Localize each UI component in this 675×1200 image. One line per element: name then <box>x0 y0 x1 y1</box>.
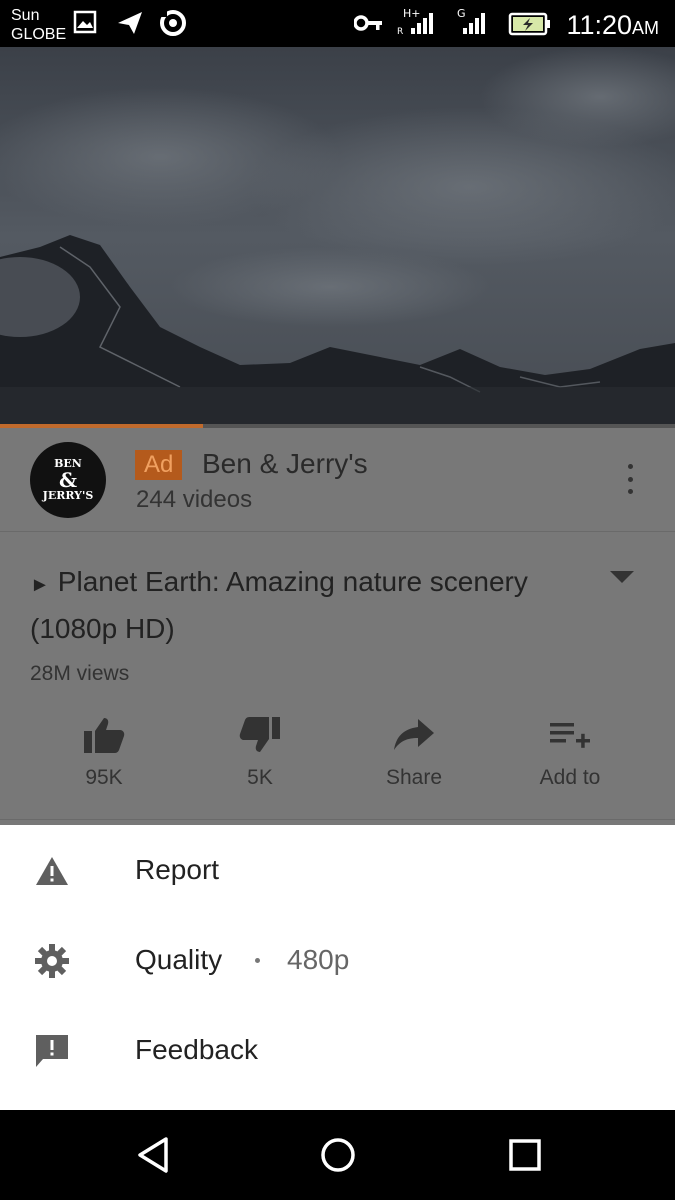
signal-h-icon: H+ R <box>397 6 441 41</box>
thumbs-down-icon <box>200 712 320 758</box>
add-to-label: Add to <box>539 766 601 789</box>
avatar-logo-text: BEN & JERRY'S <box>42 457 94 502</box>
quality-value: 480p <box>287 944 350 975</box>
add-to-button[interactable]: Add to <box>510 712 630 790</box>
video-frame-image <box>0 47 675 425</box>
carrier-label: Sun GLOBE <box>11 6 66 44</box>
dislike-button[interactable]: 5K <box>200 712 320 790</box>
divider <box>0 819 675 820</box>
like-count: 95K <box>85 766 123 789</box>
menu-item-report[interactable]: Report <box>0 825 675 915</box>
clock-ampm: AM <box>632 18 659 38</box>
thumbs-up-icon <box>44 712 164 758</box>
vpn-key-icon <box>353 14 384 37</box>
status-bar: Sun GLOBE H+ R G 11:20AM <box>0 0 675 47</box>
channel-name[interactable]: Ben & Jerry's <box>202 448 368 480</box>
playlist-add-icon <box>510 712 630 758</box>
share-label: Share <box>385 766 443 789</box>
battery-charging-icon <box>508 12 552 41</box>
menu-item-feedback[interactable]: Feedback <box>0 1005 675 1095</box>
share-button[interactable]: Share <box>354 712 474 790</box>
send-icon <box>116 10 144 41</box>
divider <box>0 531 675 532</box>
svg-text:G: G <box>457 7 466 20</box>
recents-icon[interactable] <box>505 1135 545 1175</box>
gear-icon <box>34 943 70 979</box>
ad-badge: Ad <box>135 450 183 480</box>
video-details-panel: BEN & JERRY'S Ad Ben & Jerry's 244 videos … <box>0 428 675 825</box>
play-arrow-icon: ► <box>30 574 50 596</box>
back-icon[interactable] <box>134 1135 174 1175</box>
home-icon[interactable] <box>318 1135 358 1175</box>
video-player[interactable] <box>0 47 675 425</box>
carrier-line1: Sun <box>11 7 40 24</box>
clock: 11:20AM <box>566 10 659 43</box>
warning-icon <box>34 853 70 889</box>
channel-avatar[interactable]: BEN & JERRY'S <box>30 442 106 518</box>
more-options-icon[interactable] <box>620 464 640 494</box>
like-button[interactable]: 95K <box>44 712 164 790</box>
channel-video-count: 244 videos <box>136 486 253 513</box>
menu-item-label: Quality <box>135 944 223 975</box>
share-icon <box>354 712 474 758</box>
menu-item-quality[interactable]: Quality 480p <box>0 915 675 1005</box>
carrier-line2: GLOBE <box>11 26 67 43</box>
dislike-count: 5K <box>247 766 273 789</box>
video-title: Planet Earth: Amazing nature scenery (10… <box>30 566 528 644</box>
menu-item-label: Feedback <box>135 1034 258 1065</box>
sync-icon <box>158 8 188 43</box>
svg-text:R: R <box>397 27 403 36</box>
svg-text:H+: H+ <box>403 7 421 20</box>
navigation-bar <box>0 1110 675 1200</box>
expand-description-icon[interactable] <box>610 571 634 583</box>
options-bottom-sheet: Report Quality 480p Feedback <box>0 825 675 1110</box>
clock-time: 11:20 <box>566 10 632 40</box>
image-icon <box>73 10 97 39</box>
view-count: 28M views <box>30 662 130 685</box>
feedback-icon <box>34 1033 70 1069</box>
video-title-block: ► Planet Earth: Amazing nature scenery (1… <box>30 560 590 650</box>
signal-g-icon: G <box>455 6 493 41</box>
separator-dot <box>255 958 260 963</box>
menu-item-label: Report <box>135 854 220 885</box>
